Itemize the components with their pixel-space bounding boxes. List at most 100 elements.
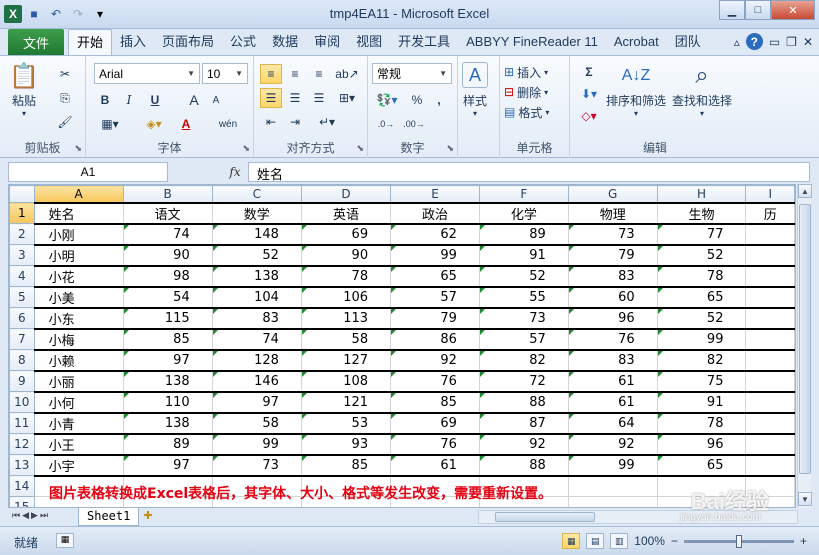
tab-10[interactable]: Acrobat [606, 29, 667, 55]
horizontal-scroll-thumb[interactable] [495, 512, 595, 522]
score-cell[interactable]: 52 [211, 244, 302, 267]
row-header[interactable]: 7 [9, 328, 35, 350]
empty-cell[interactable] [745, 454, 795, 477]
accounting-format-icon[interactable]: 💱▾ [374, 90, 400, 110]
score-cell[interactable]: 99 [390, 244, 480, 267]
score-cell[interactable]: 61 [567, 370, 658, 393]
vertical-scrollbar[interactable]: ▲ ▼ [797, 184, 812, 508]
score-cell[interactable]: 74 [122, 223, 213, 246]
score-cell[interactable]: 89 [122, 433, 213, 456]
score-cell[interactable]: 85 [390, 391, 480, 414]
tab-3[interactable]: 页面布局 [154, 29, 222, 55]
ribbon-minimize-icon[interactable]: ▵ [734, 35, 740, 49]
empty-cell[interactable] [745, 223, 795, 246]
page-break-view-icon[interactable]: ▥ [610, 533, 629, 549]
score-cell[interactable]: 54 [122, 286, 213, 309]
phonetic-button[interactable]: wén [214, 114, 242, 134]
row-header[interactable]: 8 [9, 349, 35, 371]
score-cell[interactable]: 93 [300, 433, 392, 456]
font-name-combo[interactable]: Arial ▼ [94, 63, 200, 84]
merge-center-icon[interactable]: ⊞▾ [334, 88, 360, 108]
name-cell[interactable]: 小青 [33, 412, 124, 435]
column-header[interactable]: D [300, 185, 392, 203]
score-cell[interactable]: 58 [211, 412, 302, 435]
zoom-in-button[interactable]: + [800, 534, 807, 548]
name-cell[interactable]: 小王 [33, 433, 124, 456]
row-header[interactable]: 11 [9, 412, 35, 434]
row-header[interactable]: 14 [9, 475, 35, 497]
score-cell[interactable]: 58 [300, 328, 392, 351]
score-cell[interactable]: 113 [300, 307, 392, 330]
help-icon[interactable]: ? [745, 33, 763, 50]
score-cell[interactable]: 61 [567, 391, 658, 414]
score-cell[interactable]: 88 [478, 391, 569, 414]
macro-record-icon[interactable]: ▦ [56, 533, 74, 548]
empty-cell[interactable] [567, 496, 658, 507]
empty-cell[interactable] [745, 307, 795, 330]
insert-cells-button[interactable]: ⊞ 插入 ▾ [504, 62, 566, 82]
tab-8[interactable]: 开发工具 [390, 29, 458, 55]
wrap-text-icon[interactable]: ↵▾ [314, 112, 340, 132]
empty-cell[interactable] [567, 475, 658, 497]
score-cell[interactable]: 76 [567, 328, 658, 351]
tab-9[interactable]: ABBYY FineReader 11 [458, 29, 606, 55]
align-right-icon[interactable]: ☰ [308, 88, 330, 108]
zoom-slider-knob[interactable] [735, 534, 742, 548]
score-cell[interactable]: 65 [656, 286, 747, 309]
score-cell[interactable]: 90 [300, 244, 392, 267]
fill-icon[interactable]: ⬇▾ [576, 84, 602, 104]
score-cell[interactable]: 73 [211, 454, 302, 477]
row-header[interactable]: 13 [9, 454, 35, 476]
tab-2[interactable]: 插入 [112, 29, 154, 55]
score-cell[interactable]: 96 [567, 307, 658, 330]
header-cell[interactable]: 英语 [300, 201, 392, 225]
tab-1[interactable]: 开始 [68, 29, 113, 55]
score-cell[interactable]: 64 [567, 412, 658, 435]
find-select-button[interactable]: ⌕ 查找和选择 ▾ [672, 60, 732, 118]
empty-cell[interactable] [745, 244, 795, 267]
name-cell[interactable]: 小宇 [33, 454, 124, 477]
grow-font-button[interactable]: A [184, 90, 204, 110]
styles-button[interactable]: A 样式 ▾ [462, 62, 488, 118]
column-header[interactable]: E [390, 185, 480, 203]
font-color-button[interactable]: A [174, 114, 198, 134]
empty-cell[interactable] [745, 412, 795, 435]
tab-4[interactable]: 公式 [222, 29, 264, 55]
score-cell[interactable]: 82 [478, 349, 569, 372]
minimize-button[interactable]: ▁ [719, 0, 745, 20]
score-cell[interactable]: 69 [300, 223, 392, 246]
score-cell[interactable]: 108 [300, 370, 392, 393]
select-all-corner[interactable] [9, 185, 35, 203]
header-cell[interactable]: 政治 [390, 201, 480, 225]
score-cell[interactable]: 77 [656, 223, 747, 246]
number-launcher-icon[interactable]: ⬊ [446, 143, 454, 154]
header-cell[interactable]: 化学 [478, 201, 569, 225]
score-cell[interactable]: 65 [390, 265, 480, 288]
score-cell[interactable]: 104 [211, 286, 302, 309]
clipboard-launcher-icon[interactable]: ⬊ [74, 143, 82, 154]
score-cell[interactable]: 74 [211, 328, 302, 351]
tab-file[interactable]: 文件 [8, 29, 64, 55]
score-cell[interactable]: 53 [300, 412, 392, 435]
borders-icon[interactable]: ▦▾ [96, 114, 124, 134]
italic-button[interactable]: I [120, 90, 138, 110]
score-cell[interactable]: 92 [390, 349, 480, 372]
next-sheet-icon[interactable]: ▶ [31, 510, 38, 521]
tab-7[interactable]: 视图 [348, 29, 390, 55]
score-cell[interactable]: 97 [211, 391, 302, 414]
doc-minimize-button[interactable]: ▭ [769, 35, 780, 49]
score-cell[interactable]: 57 [390, 286, 480, 309]
score-cell[interactable]: 99 [211, 433, 302, 456]
empty-cell[interactable] [745, 433, 795, 456]
score-cell[interactable]: 79 [390, 307, 480, 330]
score-cell[interactable]: 97 [122, 454, 213, 477]
comma-button[interactable]: , [430, 90, 448, 110]
score-cell[interactable]: 138 [211, 265, 302, 288]
row-header[interactable]: 10 [9, 391, 35, 413]
font-launcher-icon[interactable]: ⬊ [242, 143, 250, 154]
row-header[interactable]: 15 [9, 496, 35, 507]
align-middle-icon[interactable]: ≡ [284, 64, 306, 84]
score-cell[interactable]: 83 [211, 307, 302, 330]
close-button[interactable]: ✕ [771, 0, 815, 20]
score-cell[interactable]: 62 [390, 223, 480, 246]
